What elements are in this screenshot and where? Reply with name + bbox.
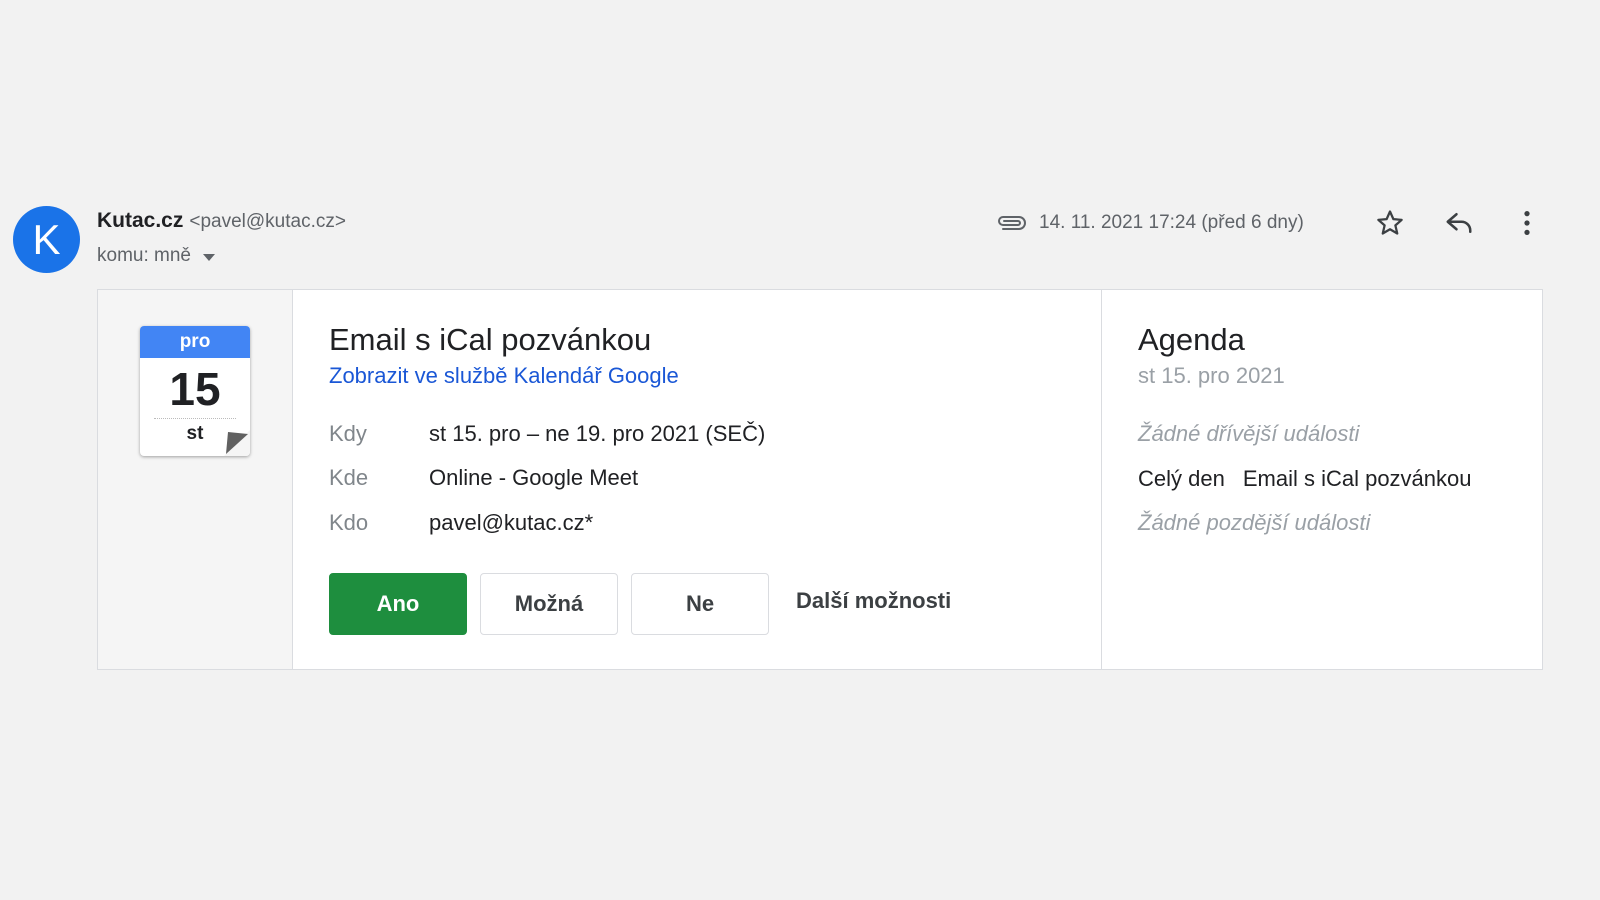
detail-value: pavel@kutac.cz*	[429, 510, 594, 535]
rsvp-more-options-button[interactable]: Další možnosti	[796, 588, 951, 614]
calendar-day: 15	[169, 363, 221, 415]
chevron-down-icon	[202, 254, 215, 261]
rsvp-maybe-button[interactable]: Možná	[480, 573, 618, 635]
calendar-separator	[154, 418, 236, 419]
star-button[interactable]	[1373, 206, 1407, 240]
detail-label: Kdo	[329, 510, 369, 535]
recipients-label: komu: mně	[97, 245, 191, 266]
rsvp-no-button[interactable]: Ne	[631, 573, 769, 635]
more-options-button[interactable]	[1510, 206, 1544, 240]
paperclip-icon	[998, 216, 1026, 230]
calendar-date-icon: pro 15 st	[140, 326, 250, 456]
agenda-event-title: Email s iCal pozvánkou	[1242, 466, 1472, 491]
recipients-toggle[interactable]: komu: mně	[97, 245, 215, 267]
agenda-title: Agenda	[1138, 322, 1245, 357]
calendar-month: pro	[140, 326, 250, 358]
star-icon	[1377, 210, 1403, 235]
sender-name[interactable]: Kutac.cz	[97, 209, 183, 232]
reply-button[interactable]	[1442, 206, 1476, 240]
detail-row-when: Kdy st 15. pro – ne 19. pro 2021 (SEČ)	[329, 421, 765, 447]
detail-label: Kdy	[329, 421, 367, 446]
agenda-no-later-events: Žádné pozdější události	[1138, 510, 1371, 535]
detail-row-where: Kde Online - Google Meet	[329, 465, 638, 491]
more-vert-icon	[1524, 211, 1530, 235]
detail-value: st 15. pro – ne 19. pro 2021 (SEČ)	[429, 421, 766, 446]
agenda-panel: Agenda st 15. pro 2021 Žádné dřívější ud…	[1102, 290, 1542, 669]
calendar-icon-column: pro 15 st	[98, 290, 293, 669]
open-in-google-calendar-link[interactable]: Zobrazit ve službě Kalendář Google	[329, 363, 679, 389]
message-date: 14. 11. 2021 17:24 (před 6 dny)	[1039, 212, 1304, 233]
agenda-date: st 15. pro 2021	[1138, 363, 1285, 388]
sender-info: Kutac.cz <pavel@kutac.cz>	[97, 209, 346, 233]
rsvp-yes-button[interactable]: Ano	[329, 573, 467, 635]
agenda-event-time: Celý den	[1138, 466, 1225, 491]
message-meta: 14. 11. 2021 17:24 (před 6 dny)	[995, 208, 1304, 238]
detail-value: Online - Google Meet	[429, 465, 639, 490]
reply-icon	[1446, 213, 1472, 233]
calendar-invite-card: pro 15 st Email s iCal pozvánkou Zobrazi…	[97, 289, 1543, 670]
sender-email: <pavel@kutac.cz>	[189, 211, 346, 232]
event-details: Email s iCal pozvánkou Zobrazit ve služb…	[293, 290, 1102, 669]
detail-label: Kde	[329, 465, 369, 490]
page-curl-icon	[224, 430, 250, 456]
detail-row-who: Kdo pavel@kutac.cz*	[329, 510, 593, 536]
event-title: Email s iCal pozvánkou	[329, 322, 652, 357]
agenda-no-earlier-events: Žádné dřívější události	[1138, 421, 1360, 446]
agenda-event[interactable]: Celý den Email s iCal pozvánkou	[1138, 466, 1472, 492]
sender-avatar[interactable]: K	[13, 206, 80, 273]
